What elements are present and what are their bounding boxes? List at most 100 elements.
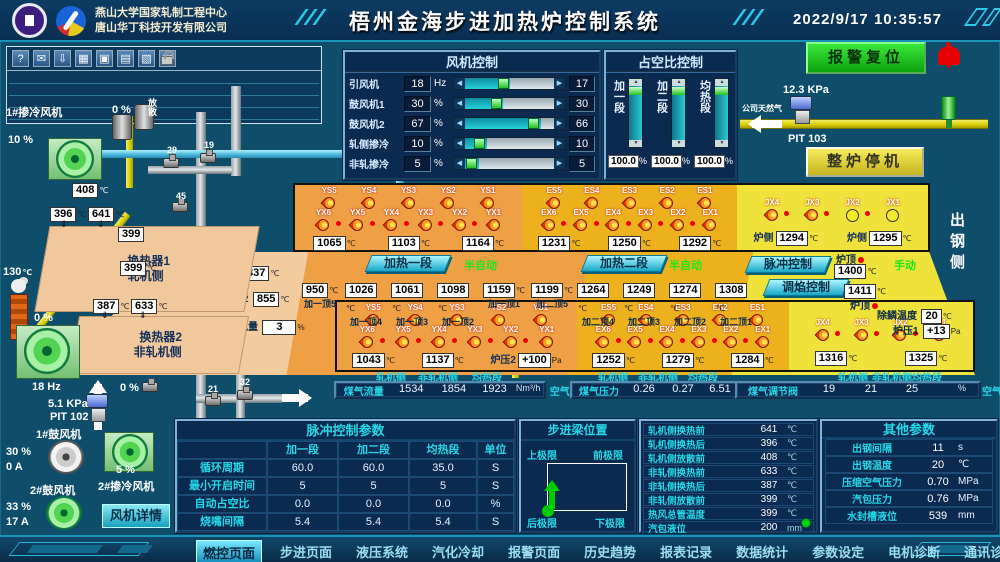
nav-tab[interactable]: 数据统计 — [730, 540, 794, 562]
burner-label: YX6 — [316, 209, 331, 217]
fan-control-row: 鼓风机1 30 % ◀▶ 30 — [349, 94, 595, 113]
temp-readout: 炉侧1295℃ — [847, 228, 911, 246]
nav-tab[interactable]: 参数设定 — [806, 540, 870, 562]
fan-slider[interactable]: ◀▶ — [453, 117, 566, 130]
flame-icon — [627, 334, 644, 351]
fan-control-panel: 风机控制 引风机 18 Hz ◀▶ 17 鼓风机1 30 % ◀▶ 30 鼓风机… — [343, 50, 601, 180]
burner-label: ES4 — [584, 187, 599, 195]
nav-deco — [117, 545, 153, 553]
beam-front-limit: 前极限 — [593, 447, 623, 462]
pulse-control-button[interactable]: 脉冲控制 — [745, 256, 832, 273]
burner: EX6 — [541, 209, 556, 231]
toolbar-icon[interactable]: ▤ — [117, 50, 134, 67]
burner: YS1 — [480, 187, 495, 209]
burner: ES1 — [697, 187, 712, 209]
nav-tab[interactable]: 报警页面 — [502, 540, 566, 562]
temp-unit: ℃ — [670, 304, 679, 313]
temp-unit: ℃ — [903, 234, 912, 243]
duty-slider[interactable]: ▲▼ — [628, 78, 643, 148]
blower1-label: 1#鼓风机 — [36, 426, 81, 442]
nav-tab[interactable]: 电机诊断 — [882, 540, 946, 562]
mix-fan1-speed: 10 % — [8, 134, 33, 146]
temp-label: 炉侧 — [754, 233, 774, 244]
title-bar: 燕山大学国家轧制工程中心 唐山华丁科技开发有限公司 梧州金海步进加热炉控制系统 … — [0, 0, 1000, 42]
col-header: 加一段 — [267, 441, 338, 459]
fan-control-row: 轧侧掺冷 10 % ◀▶ 10 — [349, 134, 595, 153]
flame-icon — [451, 217, 468, 234]
valve-opening: 19 — [204, 140, 214, 150]
burner-label: JX4 — [816, 319, 830, 327]
pump-icon — [112, 114, 132, 140]
toolbar-icon[interactable]: ▦ — [75, 50, 92, 67]
burner-label: JX4 — [765, 199, 779, 207]
pulse-param-panel: 脉冲控制参数 加一段 加二段 均热段 单位 循环周期 60.0 60.0 35.… — [175, 419, 516, 533]
roof-temp: 1159℃加一顶1 — [483, 280, 525, 327]
temp-unit: ℃ — [347, 239, 356, 248]
zone-temps: 1252℃1279℃1284℃ — [579, 350, 787, 368]
nav-tab[interactable]: 液压系统 — [350, 540, 414, 562]
furnace-top-burner-strip: YS5YS4YS3YS2YS1 YX6YX5YX4YX3YX2YX1 1065℃… — [293, 183, 930, 252]
soak-mode: 手动 — [894, 257, 916, 273]
burner: YX4 — [432, 326, 447, 348]
nav-tab[interactable]: 燃控页面 — [196, 540, 262, 562]
burner-label: YS4 — [361, 187, 376, 195]
nav-tab[interactable]: 步进页面 — [274, 540, 338, 562]
duty-slider[interactable]: ▲▼ — [714, 78, 729, 148]
flame-icon — [621, 195, 638, 212]
burner-label: YX2 — [503, 326, 518, 334]
burner: YX2 — [452, 209, 467, 231]
fan-slider[interactable]: ◀▶ — [453, 77, 566, 90]
fan-row-setpoint: 10 — [569, 136, 595, 152]
burner: JX4 — [816, 319, 830, 341]
fan-slider[interactable]: ◀▶ — [453, 97, 566, 110]
flame-icon — [485, 217, 502, 234]
alarm-reset-button[interactable]: 报警复位 — [806, 42, 926, 74]
burner: EX3 — [691, 326, 706, 348]
id-fan-icon — [24, 328, 70, 374]
duty-unit: % — [725, 156, 733, 166]
burner: YX5 — [396, 326, 411, 348]
toolbar-icon[interactable]: ▧ — [138, 50, 155, 67]
flame-control-button[interactable]: 调焰控制 — [763, 279, 850, 296]
burner-label: JX1 — [886, 199, 900, 207]
roof-temp: 1199℃加二顶5 — [531, 280, 573, 327]
burner: YS3 — [401, 187, 416, 209]
mix-fan2-label: 2#掺冷风机 — [98, 478, 154, 494]
flame-icon — [573, 217, 590, 234]
toolbar-icon[interactable]: ✉ — [33, 50, 50, 67]
nav-tab[interactable]: 通讯诊断 — [958, 540, 1000, 562]
nav-tab[interactable]: 汽化冷却 — [426, 540, 490, 562]
burner: EX5 — [573, 209, 588, 231]
fan-slider[interactable]: ◀▶ — [453, 157, 566, 170]
burner: YX4 — [384, 209, 399, 231]
flame-icon — [400, 195, 417, 212]
nav-tab[interactable]: 历史趋势 — [578, 540, 642, 562]
valve-table: 煤气调节阀192125%空气调节阀293245% — [735, 381, 981, 399]
fan-row-unit: Hz — [434, 78, 450, 89]
duty-slider[interactable]: ▲▼ — [671, 78, 686, 148]
soak-roof-b-label: 炉顶 — [850, 296, 878, 314]
zone2-mode: 半自动 — [669, 257, 702, 273]
temp-unit: ℃ — [642, 239, 651, 248]
fan-row-value: 18 — [404, 76, 431, 92]
temp-unit: ℃ — [329, 286, 338, 295]
duty-panel-title: 占空比控制 — [606, 52, 735, 73]
mix-fan1-label: 1#掺冷风机 — [6, 104, 62, 120]
pressure-unit: Pa — [552, 356, 562, 365]
furnace-shutdown-button[interactable]: 整炉停机 — [806, 147, 924, 177]
toolbar-icon[interactable]: ▣ — [96, 50, 113, 67]
valve-opening: 45 — [176, 191, 186, 201]
temp-readout: 1308℃ — [715, 280, 757, 316]
fan-detail-button[interactable]: 风机详情 — [102, 504, 170, 528]
flame-icon — [595, 334, 612, 351]
nav-tab[interactable]: 报表记录 — [654, 540, 718, 562]
temp-unit: ℃ — [765, 356, 774, 365]
flame-icon — [538, 334, 555, 351]
toolbar-icon[interactable]: ⇩ — [54, 50, 71, 67]
roof-temp: 1274℃加二顶2 — [669, 280, 711, 327]
fan-row-unit: % — [434, 138, 450, 149]
toolbar-icon[interactable]: ? — [12, 50, 29, 67]
list-item: 非轧侧换热后 387 ℃ — [643, 479, 814, 492]
fan-slider[interactable]: ◀▶ — [453, 137, 566, 150]
flame-icon — [431, 334, 448, 351]
